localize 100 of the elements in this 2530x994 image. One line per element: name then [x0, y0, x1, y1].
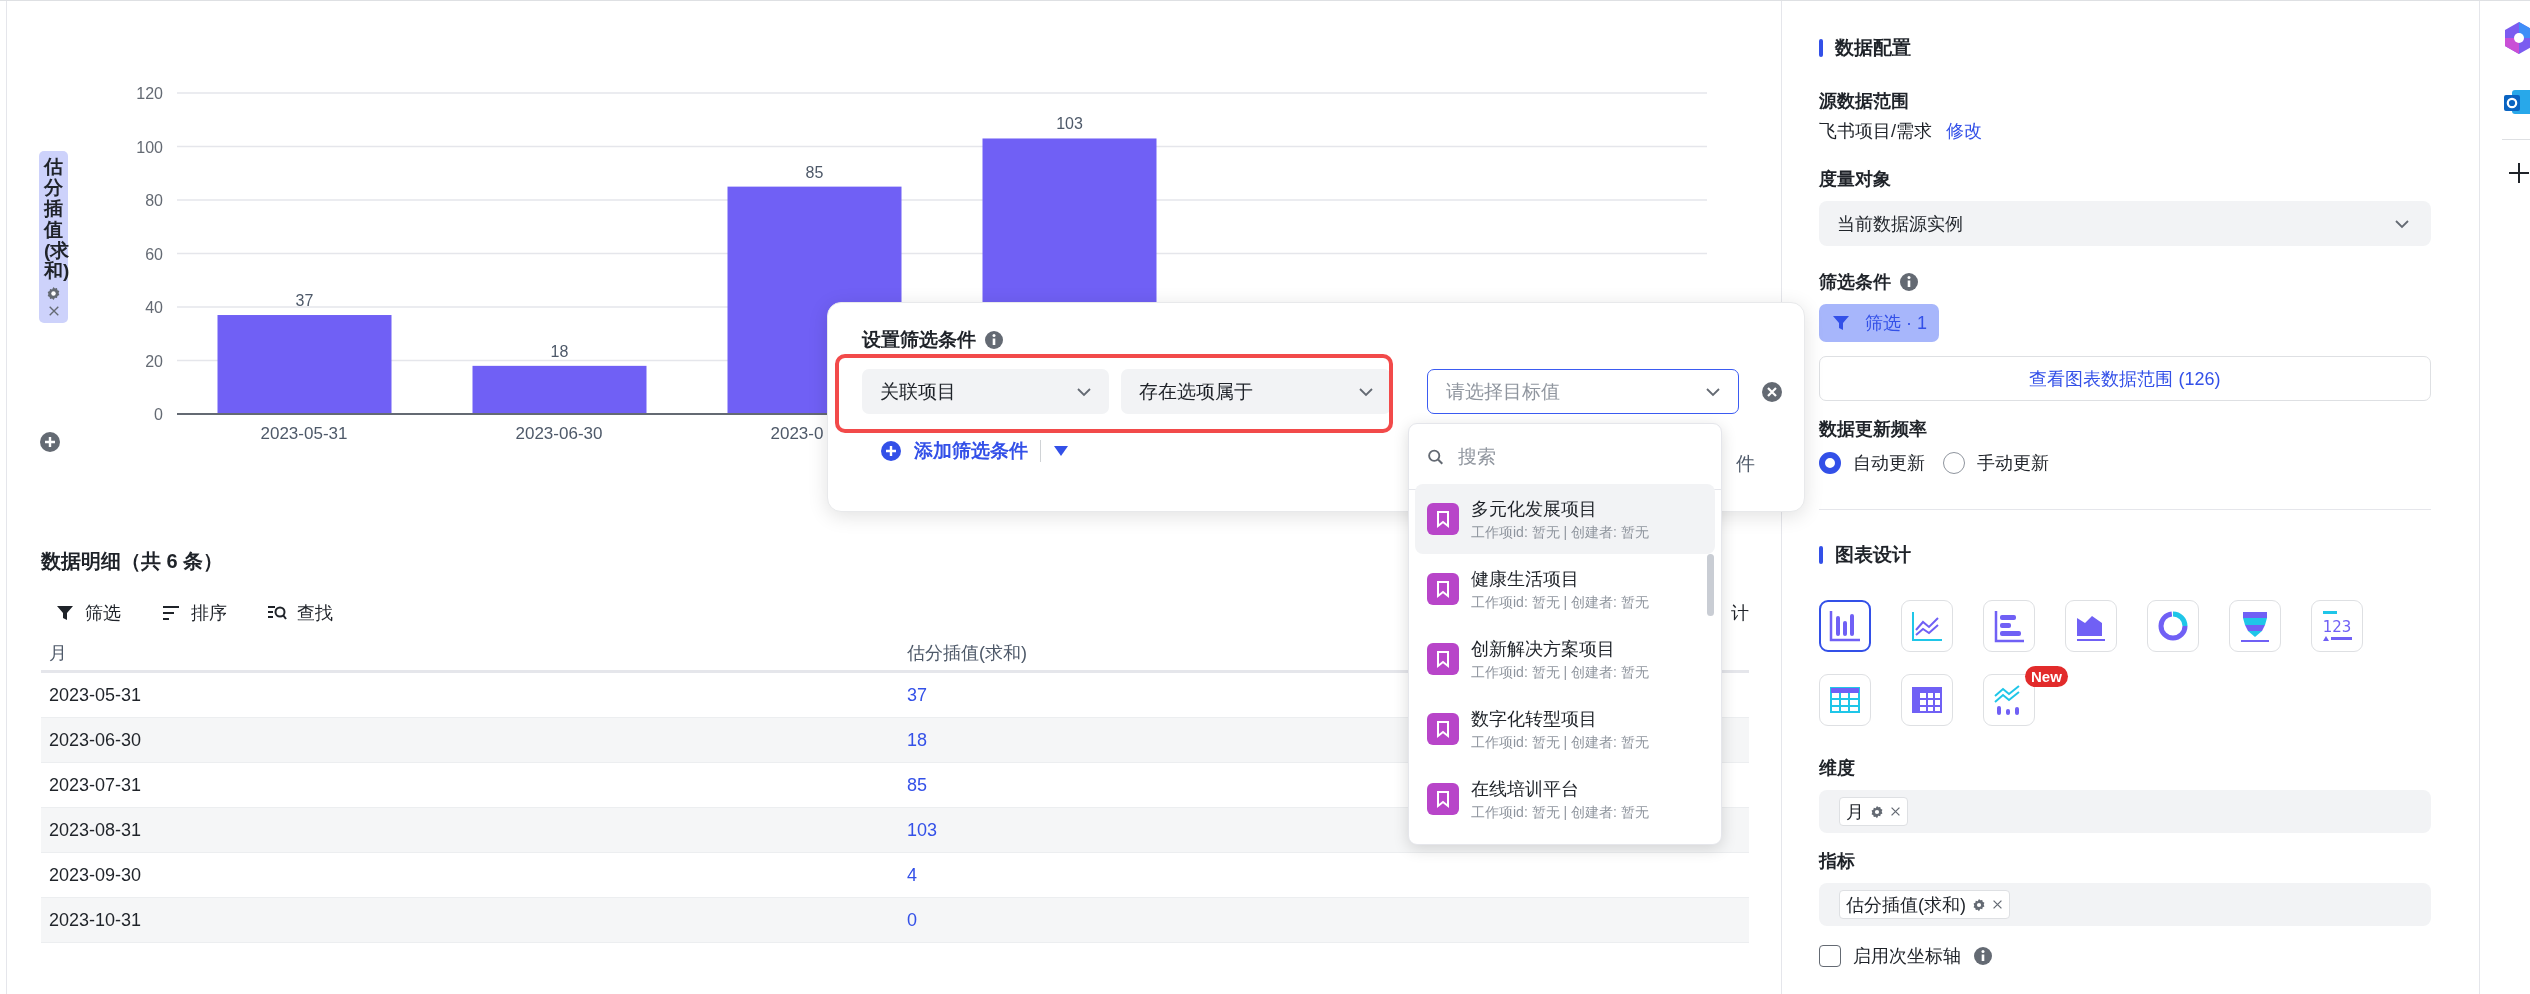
data-label: 37 — [295, 292, 314, 309]
scrollbar-thumb[interactable] — [1707, 554, 1714, 616]
dropdown-item[interactable]: 创新解决方案项目 工作项id: 暂无 | 创建者: 暂无 — [1415, 624, 1715, 694]
data-label: 18 — [550, 342, 569, 360]
item-meta: 工作项id: 暂无 | 创建者: 暂无 — [1471, 803, 1649, 822]
section-heading: 数据配置 — [1835, 36, 1911, 60]
radio-option[interactable]: 手动更新 — [1943, 451, 2049, 475]
table-cell[interactable]: 103 — [899, 819, 938, 841]
bookmark-icon — [1427, 783, 1459, 815]
table-cell[interactable]: 37 — [899, 684, 928, 706]
gear-icon[interactable] — [1870, 804, 1884, 819]
info-icon — [1973, 946, 1993, 966]
item-title: 多元化发展项目 — [1471, 497, 1598, 521]
item-meta: 工作项id: 暂无 | 创建者: 暂无 — [1471, 523, 1649, 542]
operator-select[interactable]: 存在选项属于 — [1121, 369, 1391, 414]
item-meta: 工作项id: 暂无 | 创建者: 暂无 — [1471, 663, 1649, 682]
axis-tick-label: 2023-06-30 — [515, 424, 603, 443]
table-cell-text: 2023-09-30 — [48, 864, 142, 886]
dropdown-item[interactable]: 在线培训平台 工作项id: 暂无 | 创建者: 暂无 — [1415, 764, 1715, 834]
toolbar-button[interactable]: 筛选 — [55, 597, 121, 629]
popup-title: 设置筛选条件 — [862, 328, 976, 352]
data-label: 85 — [805, 163, 824, 181]
gear-icon[interactable] — [46, 286, 61, 302]
table-cell-text: 2023-05-31 — [48, 684, 142, 706]
section-title: 数据明细（共 6 条） — [41, 548, 224, 574]
item-meta: 工作项id: 暂无 | 创建者: 暂无 — [1471, 593, 1649, 612]
metric-field[interactable]: 估分插值(求和) — [1819, 883, 2431, 926]
add-circle-icon[interactable] — [39, 431, 61, 454]
close-icon[interactable] — [1992, 899, 2003, 910]
table-cell[interactable]: 18 — [899, 729, 928, 751]
column-header: 月 — [48, 641, 67, 665]
bookmark-icon — [1427, 643, 1459, 675]
item-title: 在线培训平台 — [1471, 777, 1580, 801]
new-badge: New — [2025, 666, 2068, 687]
plus-icon[interactable] — [2508, 162, 2530, 184]
dropdown-item[interactable]: 健康生活项目 工作项id: 暂无 | 创建者: 暂无 — [1415, 554, 1715, 624]
axis-tick-label: 80 — [145, 192, 163, 209]
table-cell[interactable]: 4 — [899, 864, 917, 886]
filter-icon — [1831, 313, 1851, 333]
caret-down-icon[interactable] — [1053, 445, 1069, 457]
field-tag[interactable]: 月 — [1839, 797, 1908, 826]
axis-tick-label: 40 — [145, 299, 163, 316]
field-tag[interactable]: 估分插值(求和) — [1839, 890, 2010, 919]
y-axis-field-tag[interactable]: 估分插值(求和) — [39, 151, 68, 324]
axis-tick-label: 100 — [136, 138, 163, 156]
radio-option[interactable]: 自动更新 — [1819, 451, 1925, 475]
field-select[interactable]: 关联项目 — [862, 369, 1109, 414]
bar[interactable] — [472, 365, 647, 414]
field-label: 维度 — [1819, 757, 1855, 780]
checkbox[interactable] — [1819, 945, 1841, 967]
item-meta: 工作项id: 暂无 | 创建者: 暂无 — [1471, 733, 1649, 752]
field-label: 指标 — [1819, 850, 1855, 873]
toolbar-button[interactable]: 查找 — [267, 597, 333, 629]
measure-select[interactable]: 当前数据源实例 — [1819, 201, 2431, 246]
section-heading: 图表设计 — [1835, 543, 1911, 567]
bookmark-icon — [1427, 503, 1459, 535]
chart-type-button[interactable]: 123 — [2311, 600, 2363, 652]
table-cell-text: 2023-07-31 — [48, 774, 142, 796]
field-label: 度量对象 — [1819, 168, 1891, 191]
modify-link[interactable]: 修改 — [1946, 119, 1982, 143]
item-title: 健康生活项目 — [1471, 567, 1580, 591]
bookmark-icon — [1427, 573, 1459, 605]
add-circle-icon — [880, 440, 902, 462]
axis-tick-label: 60 — [145, 245, 163, 263]
field-label: 筛选条件 — [1819, 271, 1891, 294]
table-cell-text: 2023-06-30 — [48, 729, 142, 751]
bar-chart-icon — [1827, 608, 1863, 644]
chart-type-button[interactable] — [1819, 600, 1871, 652]
close-icon[interactable] — [47, 305, 60, 318]
close-icon[interactable] — [1890, 806, 1901, 817]
axis-tick-label: 120 — [136, 85, 163, 102]
table-cell[interactable]: 85 — [899, 774, 928, 796]
source-value: 飞书项目/需求 — [1819, 120, 1932, 143]
axis-tick-label: 20 — [145, 352, 163, 370]
popup-text: 件 — [1736, 452, 1755, 476]
dimension-field[interactable]: 月 — [1819, 790, 2431, 833]
axis-tick-label: 2023-0 — [770, 424, 824, 443]
table-cell[interactable]: 0 — [899, 909, 917, 931]
dropdown-item[interactable]: 数字化转型项目 工作项id: 暂无 | 创建者: 暂无 — [1415, 694, 1715, 764]
add-condition-link[interactable]: 添加筛选条件 — [880, 438, 1028, 464]
sort-icon — [161, 603, 181, 623]
axis-tick-label: 0 — [154, 406, 163, 423]
secondary-axis-option[interactable]: 启用次坐标轴 — [1819, 944, 2431, 968]
bookmark-icon — [1427, 713, 1459, 745]
table-cell-text: 2023-10-31 — [48, 909, 142, 931]
toolbar-text: 计 — [1731, 602, 1749, 625]
dropdown-item[interactable]: 多元化发展项目 工作项id: 暂无 | 创建者: 暂无 — [1415, 484, 1715, 554]
info-icon — [1899, 272, 1919, 292]
mail-app-icon[interactable] — [2504, 87, 2530, 117]
hexagon-logo-icon[interactable] — [2504, 21, 2530, 55]
field-label: 源数据范围 — [1819, 90, 1909, 113]
data-label: 103 — [1056, 115, 1083, 133]
toolbar-button[interactable]: 排序 — [161, 597, 227, 629]
column-header: 估分插值(求和) — [906, 641, 1027, 665]
item-title: 数字化转型项目 — [1471, 707, 1598, 731]
table-cell-text: 2023-08-31 — [48, 819, 142, 841]
gear-icon[interactable] — [1972, 897, 1986, 912]
clear-icon[interactable] — [1761, 380, 1783, 403]
filter-icon — [55, 603, 75, 623]
view-range-button[interactable]: 查看图表数据范围 (126) — [1819, 356, 2431, 401]
